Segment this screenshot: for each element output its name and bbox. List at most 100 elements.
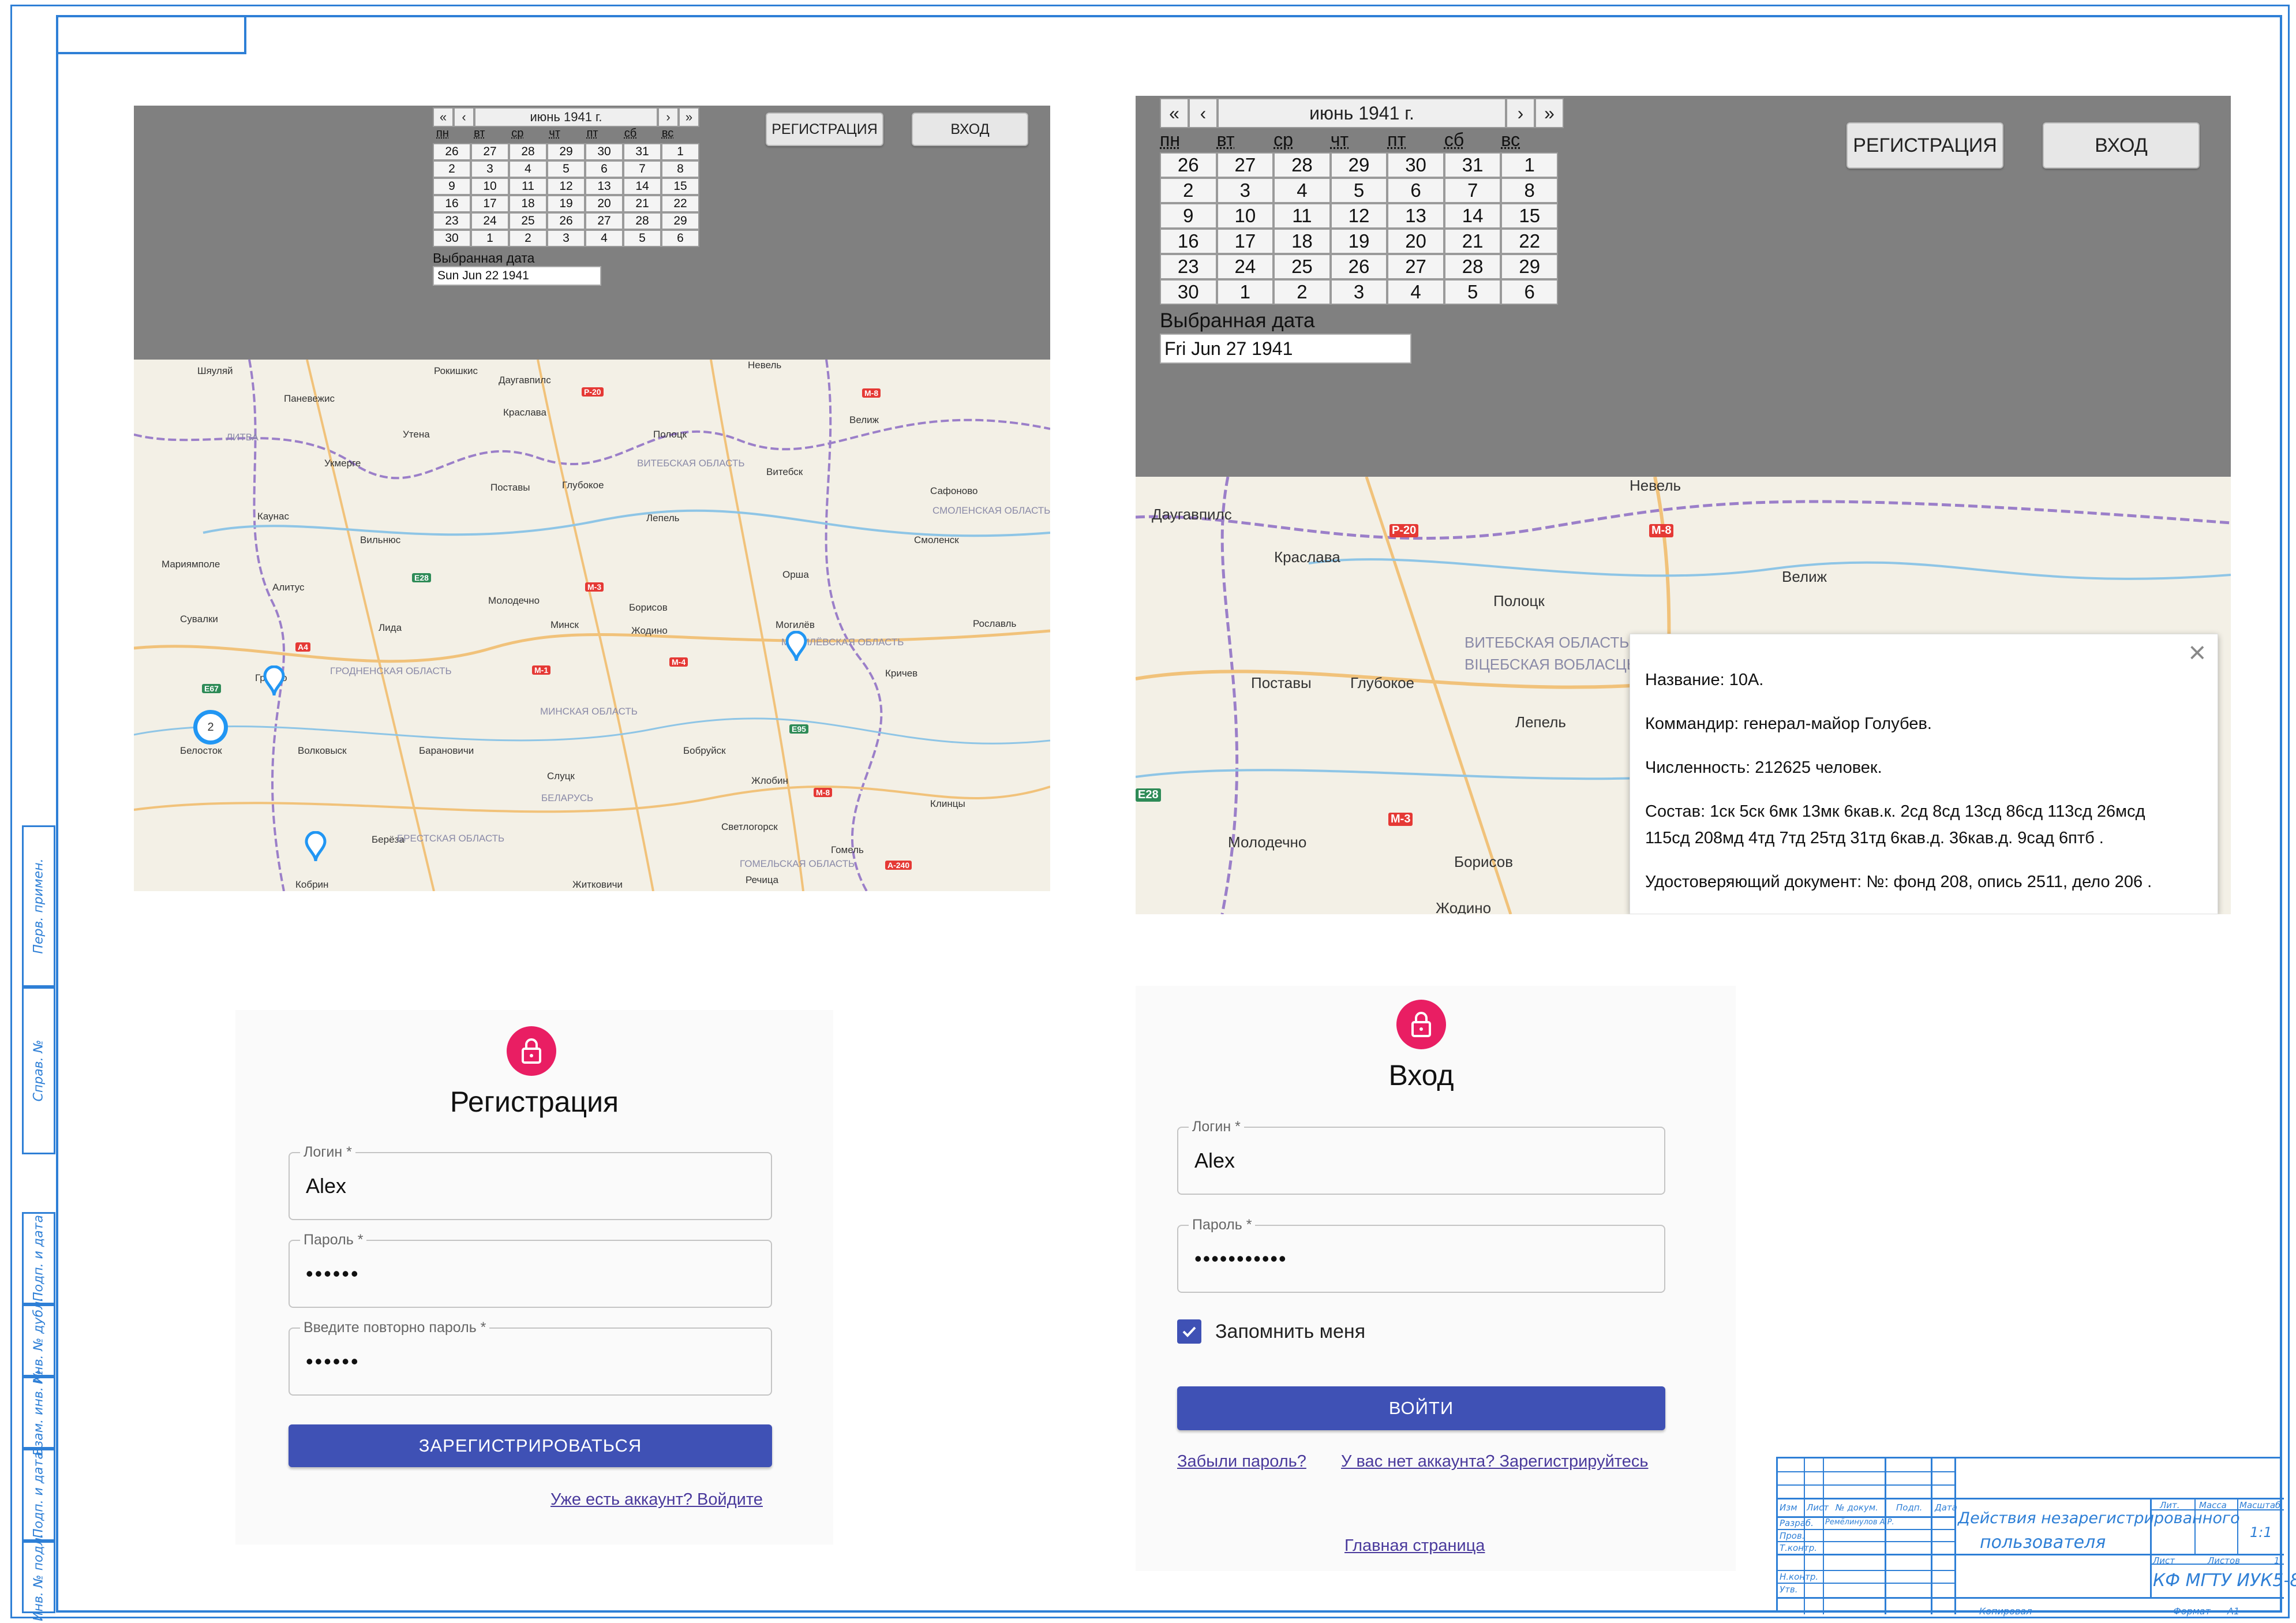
map-cluster-marker[interactable]: 2 — [193, 710, 228, 745]
calendar-first-button[interactable]: « — [433, 107, 454, 127]
calendar-day[interactable]: 1 — [1501, 152, 1558, 178]
calendar-day[interactable]: 27 — [1216, 152, 1274, 178]
calendar-day[interactable]: 13 — [1387, 203, 1444, 229]
calendar-day[interactable]: 30 — [585, 143, 623, 160]
calendar-day[interactable]: 19 — [1330, 229, 1388, 254]
calendar-last-button[interactable]: » — [679, 107, 699, 127]
calendar-day[interactable]: 28 — [623, 212, 661, 230]
calendar-day[interactable]: 26 — [433, 143, 471, 160]
calendar-day[interactable]: 29 — [1330, 152, 1388, 178]
calendar-day[interactable]: 31 — [623, 143, 661, 160]
login-submit-button[interactable]: ВОЙТИ — [1177, 1386, 1665, 1430]
calendar-day[interactable]: 17 — [1216, 229, 1274, 254]
calendar-day[interactable]: 16 — [1160, 229, 1217, 254]
calendar-day[interactable]: 5 — [1330, 178, 1388, 203]
calendar-day[interactable]: 1 — [1216, 279, 1274, 305]
calendar-day[interactable]: 18 — [1274, 229, 1331, 254]
calendar-day[interactable]: 3 — [547, 230, 585, 247]
register-button[interactable]: РЕГИСТРАЦИЯ — [1846, 122, 2003, 169]
calendar-day[interactable]: 21 — [1444, 229, 1501, 254]
login-login-field[interactable]: Логин * Alex — [1177, 1119, 1665, 1195]
calendar-day[interactable]: 29 — [547, 143, 585, 160]
calendar-day[interactable]: 21 — [623, 195, 661, 212]
calendar-day[interactable]: 10 — [1216, 203, 1274, 229]
calendar-day[interactable]: 19 — [547, 195, 585, 212]
calendar-day[interactable]: 26 — [1160, 152, 1217, 178]
calendar-day[interactable]: 26 — [547, 212, 585, 230]
register-login-field[interactable]: Логин * Alex — [289, 1144, 772, 1220]
calendar-day[interactable]: 30 — [433, 230, 471, 247]
calendar-first-button[interactable]: « — [1160, 98, 1189, 128]
map-marker-icon[interactable] — [785, 631, 808, 662]
map-small[interactable]: Шяуляй Паневежис Рокишкис Даугавпилс Невель Л… — [134, 360, 1050, 891]
calendar-day[interactable]: 2 — [1274, 279, 1331, 305]
login-button[interactable]: ВХОД — [912, 113, 1028, 146]
calendar-day[interactable]: 4 — [1387, 279, 1444, 305]
map-marker-icon[interactable] — [304, 831, 327, 862]
calendar-day[interactable]: 22 — [661, 195, 699, 212]
calendar-month-label[interactable]: июнь 1941 г. — [474, 107, 658, 127]
calendar-day[interactable]: 3 — [471, 160, 509, 178]
selected-date-input[interactable]: Fri Jun 27 1941 — [1160, 334, 1411, 364]
calendar-day[interactable]: 13 — [585, 178, 623, 195]
calendar-day[interactable]: 8 — [1501, 178, 1558, 203]
calendar-day[interactable]: 30 — [1387, 152, 1444, 178]
calendar-day[interactable]: 15 — [1501, 203, 1558, 229]
calendar-day[interactable]: 26 — [1330, 254, 1388, 279]
calendar-day[interactable]: 1 — [471, 230, 509, 247]
calendar-day[interactable]: 4 — [1274, 178, 1331, 203]
calendar-day[interactable]: 14 — [1444, 203, 1501, 229]
calendar-day[interactable]: 28 — [1274, 152, 1331, 178]
calendar-day[interactable]: 2 — [1160, 178, 1217, 203]
map-large[interactable]: Даугавпилс Невель Краслава Полоцк Велиж Поста… — [1136, 477, 2231, 914]
calendar-day[interactable]: 10 — [471, 178, 509, 195]
forgot-password-link[interactable]: Забыли пароль? — [1177, 1452, 1306, 1471]
calendar-day[interactable]: 7 — [1444, 178, 1501, 203]
calendar-day[interactable]: 6 — [585, 160, 623, 178]
calendar-day[interactable]: 23 — [1160, 254, 1217, 279]
calendar-day[interactable]: 6 — [1501, 279, 1558, 305]
calendar-day[interactable]: 14 — [623, 178, 661, 195]
calendar-day[interactable]: 5 — [547, 160, 585, 178]
calendar-month-label[interactable]: июнь 1941 г. — [1218, 98, 1506, 128]
login-password-field[interactable]: Пароль * ••••••••••• — [1177, 1217, 1665, 1293]
calendar-prev-button[interactable]: ‹ — [454, 107, 474, 127]
calendar-day[interactable]: 4 — [509, 160, 547, 178]
calendar-day[interactable]: 31 — [1444, 152, 1501, 178]
calendar-day[interactable]: 23 — [433, 212, 471, 230]
calendar-day[interactable]: 5 — [623, 230, 661, 247]
calendar-day[interactable]: 18 — [509, 195, 547, 212]
calendar-prev-button[interactable]: ‹ — [1189, 98, 1218, 128]
calendar-day[interactable]: 29 — [1501, 254, 1558, 279]
calendar-day[interactable]: 28 — [1444, 254, 1501, 279]
calendar-day[interactable]: 3 — [1330, 279, 1388, 305]
calendar-day[interactable]: 24 — [471, 212, 509, 230]
calendar-day[interactable]: 11 — [1274, 203, 1331, 229]
calendar-day[interactable]: 27 — [585, 212, 623, 230]
calendar-day[interactable]: 6 — [661, 230, 699, 247]
calendar-last-button[interactable]: » — [1535, 98, 1564, 128]
calendar-day[interactable]: 4 — [585, 230, 623, 247]
calendar-day[interactable]: 8 — [661, 160, 699, 178]
selected-date-input[interactable]: Sun Jun 22 1941 — [433, 266, 601, 286]
calendar-day[interactable]: 20 — [585, 195, 623, 212]
calendar-day[interactable]: 30 — [1160, 279, 1217, 305]
register-submit-button[interactable]: ЗАРЕГИСТРИРОВАТЬСЯ — [289, 1424, 772, 1467]
register-button[interactable]: РЕГИСТРАЦИЯ — [766, 113, 883, 146]
calendar-day[interactable]: 27 — [471, 143, 509, 160]
calendar-day[interactable]: 24 — [1216, 254, 1274, 279]
calendar-next-button[interactable]: › — [1506, 98, 1535, 128]
remember-checkbox[interactable] — [1177, 1319, 1201, 1344]
calendar-day[interactable]: 20 — [1387, 229, 1444, 254]
register-repeat-password-field[interactable]: Введите повторно пароль * •••••• — [289, 1319, 772, 1396]
home-page-link[interactable]: Главная страница — [1344, 1536, 1485, 1555]
calendar-day[interactable]: 7 — [623, 160, 661, 178]
calendar-day[interactable]: 28 — [509, 143, 547, 160]
calendar-day[interactable]: 5 — [1444, 279, 1501, 305]
calendar-day[interactable]: 17 — [471, 195, 509, 212]
calendar-day[interactable]: 1 — [661, 143, 699, 160]
calendar-next-button[interactable]: › — [658, 107, 679, 127]
register-link[interactable]: У вас нет аккаунта? Зарегистрируйтесь — [1341, 1452, 1648, 1471]
calendar-day[interactable]: 25 — [1274, 254, 1331, 279]
calendar-day[interactable]: 6 — [1387, 178, 1444, 203]
